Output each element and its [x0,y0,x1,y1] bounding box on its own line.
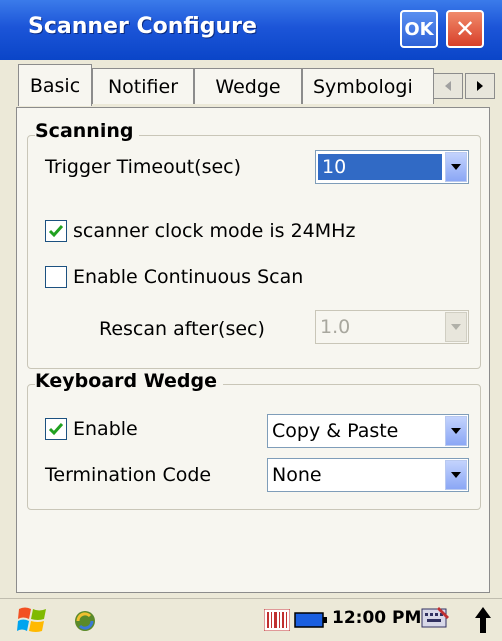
start-menu-button[interactable] [16,604,50,636]
chevron-down-icon [445,416,467,446]
rescan-after-label: Rescan after(sec) [99,318,265,340]
clock-mode-label: scanner clock mode is 24MHz [73,220,356,242]
chevron-down-icon [445,460,467,490]
wedge-mode-value: Copy & Paste [272,420,399,442]
battery-icon [294,612,327,628]
chevron-down-icon [445,152,467,182]
clock-mode-checkbox[interactable] [45,220,67,242]
title-bar: Scanner Configure OK ✕ [0,0,502,60]
tab-symbologies[interactable]: Symbologi [302,68,434,104]
window-title: Scanner Configure [28,14,257,39]
arrow-right-icon [477,81,483,91]
ok-button[interactable]: OK [400,10,438,48]
termination-code-select[interactable]: None [267,458,469,492]
close-button[interactable]: ✕ [446,10,484,48]
input-panel-button[interactable] [420,604,452,634]
tab-scroll-right-button[interactable] [465,73,495,99]
tab-scroll-arrows [433,73,495,99]
trigger-timeout-label: Trigger Timeout(sec) [45,156,242,178]
checkmark-icon [48,225,64,238]
arrow-left-icon [445,81,451,91]
scanning-group-title: Scanning [35,120,140,142]
tab-scroll-left-button[interactable] [433,73,463,99]
tab-strip: Basic Notifier Wedge Symbologi [0,60,502,108]
sync-app-button[interactable] [70,606,100,636]
battery-status-button[interactable] [294,610,328,630]
wedge-mode-select[interactable]: Copy & Paste [267,414,469,448]
tab-basic[interactable]: Basic [18,64,92,106]
close-icon: ✕ [454,15,476,43]
taskbar-clock[interactable]: 12:00 PM [332,608,421,628]
wedge-enable-checkbox[interactable] [45,418,67,440]
sync-icon [75,611,95,631]
continuous-scan-checkbox[interactable] [45,266,67,288]
tab-panel-basic: Scanning Trigger Timeout(sec) 10 scanner… [16,107,490,593]
scanner-status-button[interactable] [264,608,290,632]
tab-notifier[interactable]: Notifier [92,68,194,104]
chevron-down-icon [445,312,467,342]
windows-logo-icon [17,607,46,632]
keyboard-wedge-group-title: Keyboard Wedge [35,370,223,392]
up-arrow-button[interactable] [470,604,496,636]
trigger-timeout-select[interactable]: 10 [315,150,469,184]
termination-code-value: None [272,464,322,486]
trigger-timeout-value: 10 [318,154,442,180]
wedge-enable-label: Enable [73,418,138,440]
tab-wedge[interactable]: Wedge [194,68,302,104]
arrow-up-icon [475,607,491,633]
rescan-after-value: 1.0 [320,316,351,338]
continuous-scan-label: Enable Continuous Scan [73,266,304,288]
barcode-icon [264,609,290,631]
keyboard-icon [421,607,449,628]
checkmark-icon [48,423,64,436]
rescan-after-select[interactable]: 1.0 [315,310,469,344]
termination-code-label: Termination Code [45,464,212,486]
